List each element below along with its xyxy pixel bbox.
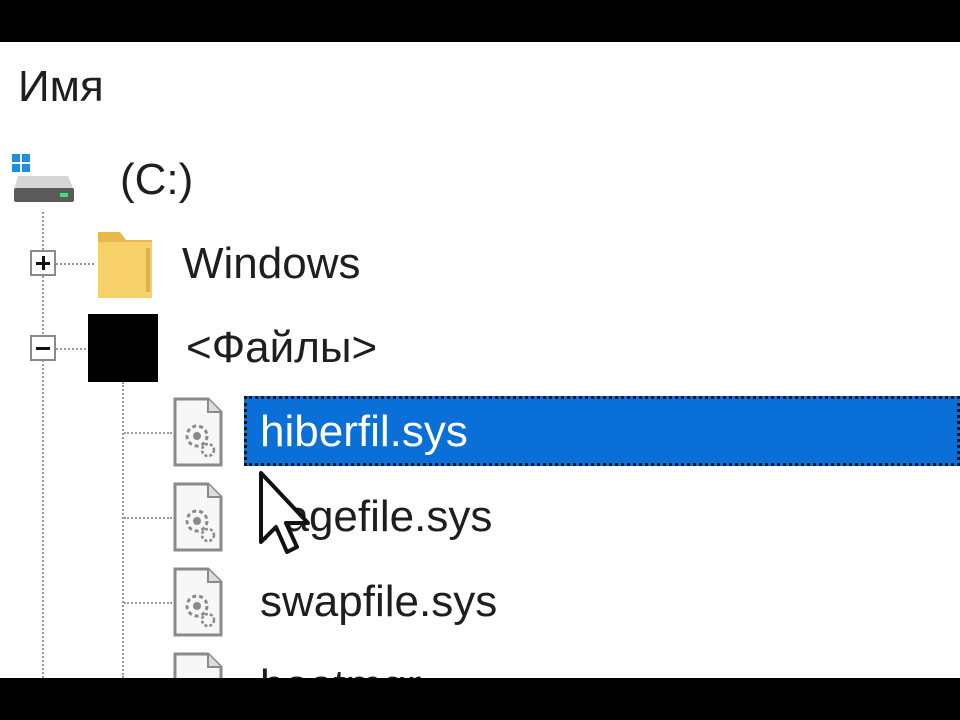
- tree-line-root: [42, 212, 44, 678]
- windows-label: Windows: [182, 239, 361, 288]
- folder-icon: [98, 232, 152, 298]
- files-group-label: <Файлы>: [186, 323, 378, 372]
- file-label: swapfile.sys: [260, 577, 498, 626]
- collapse-files-button[interactable]: [30, 335, 56, 361]
- system-file-icon: [173, 397, 223, 467]
- system-file-icon: [173, 567, 223, 637]
- tree-line-file-2: [124, 517, 172, 519]
- tree-line-files-group: [56, 348, 86, 350]
- expand-windows-button[interactable]: [30, 250, 56, 276]
- file-label: bootmgr: [260, 664, 421, 679]
- name-column-header[interactable]: Имя: [18, 62, 104, 112]
- file-tree-panel: Имя (C:) Windows <Файлы> hiberfil.sys pa…: [0, 42, 960, 678]
- tree-line-windows: [56, 263, 94, 265]
- file-label: hiberfil.sys: [260, 407, 468, 456]
- tree-line-file-3: [124, 602, 172, 604]
- tree-line-file-1: [124, 432, 172, 434]
- system-file-icon: [173, 482, 223, 552]
- system-file-icon: [173, 652, 223, 678]
- black-square-icon: [88, 314, 158, 382]
- drive-label: (C:): [120, 155, 194, 204]
- mouse-cursor-icon: [259, 471, 310, 554]
- tree-line-files: [122, 382, 124, 678]
- file-row-hiberfil[interactable]: hiberfil.sys: [244, 396, 960, 466]
- drive-icon: [12, 154, 74, 202]
